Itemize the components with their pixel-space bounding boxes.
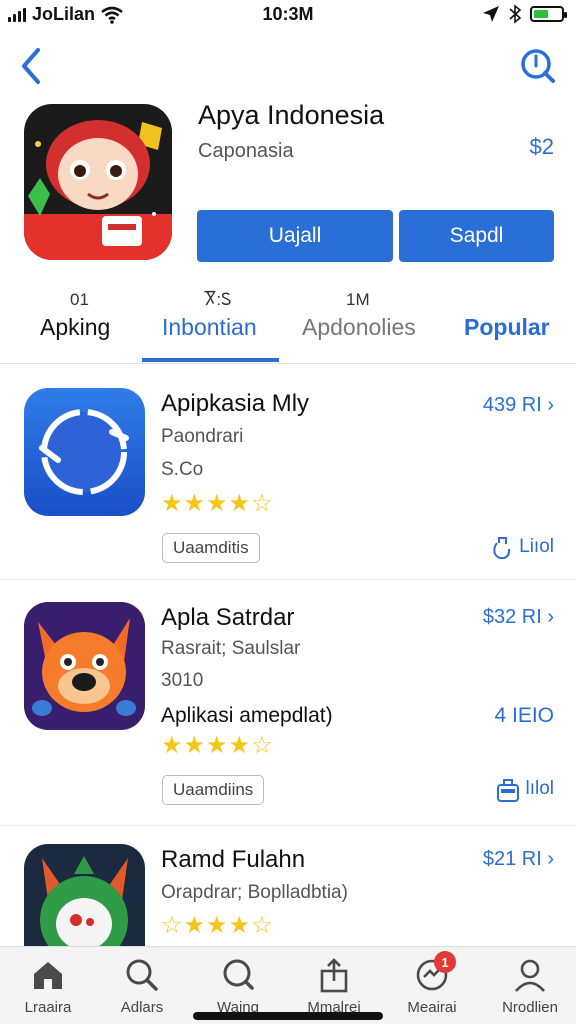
search-icon — [124, 957, 160, 993]
app-icon — [24, 602, 145, 730]
star-icon: ★ — [206, 912, 228, 939]
tab-bar-item-adlars[interactable]: Adlars — [94, 957, 190, 1016]
app-price[interactable]: 439 RI › — [483, 394, 554, 417]
search-icon — [220, 957, 256, 993]
app-name: Apipkasia Mly — [161, 390, 310, 417]
tab-bar-item-nrodlien[interactable]: Nrodlien — [482, 957, 576, 1016]
tab-apking[interactable]: 01 Apking — [0, 284, 140, 364]
tab-bar-label: Adlars — [120, 999, 164, 1016]
chevron-left-icon — [22, 48, 40, 84]
star-icon: ★ — [183, 490, 206, 517]
chevron-right-icon: › — [547, 848, 554, 870]
rating-stars: ☆ ★ ★ ★ ☆ — [161, 914, 273, 938]
chevron-right-icon: › — [547, 606, 554, 628]
home-indicator — [193, 1012, 383, 1020]
price-label: $32 RI — [482, 606, 542, 628]
chevron-right-icon: › — [547, 394, 554, 416]
price-label: $21 RI — [482, 848, 542, 870]
bag-icon — [497, 779, 520, 802]
star-outline-icon: ☆ — [251, 912, 273, 939]
tab-label: Inbontian — [162, 314, 257, 340]
star-icon: ★ — [206, 732, 228, 759]
status-right — [482, 4, 567, 24]
rating-stars: ★ ★ ★ ★ ☆ — [161, 734, 273, 758]
home-icon — [30, 957, 66, 993]
tab-bar-item-home[interactable]: Lraaira — [0, 957, 96, 1016]
bag-icon — [493, 537, 511, 560]
app-price[interactable]: $21 RI › — [483, 848, 554, 871]
star-outline-icon: ☆ — [251, 732, 273, 759]
app-icon — [24, 844, 145, 946]
location-arrow-icon — [483, 6, 499, 22]
star-icon: ★ — [228, 490, 251, 517]
tab-bar-label: Nrodlien — [502, 999, 558, 1016]
star-outline-icon: ☆ — [161, 912, 183, 939]
app-icon — [24, 388, 145, 516]
share-icon — [316, 957, 352, 993]
action-button[interactable]: Liıol — [489, 534, 554, 560]
app-size: 3010 — [161, 670, 204, 691]
back-button[interactable] — [14, 44, 54, 88]
tab-inbontian[interactable]: Ⴟ:Ꮪ Inbontian — [142, 284, 279, 364]
tab-bar-item-waing[interactable]: Waing — [190, 957, 286, 1016]
tab-bar-item-mmalrei[interactable]: Mmalrei — [286, 957, 382, 1016]
app-title: Apya Indonesia — [198, 100, 385, 130]
tab-count: 1M — [346, 290, 370, 309]
tab-count: 01 — [70, 290, 89, 309]
price-label: 439 RI — [482, 394, 542, 416]
app-price[interactable]: $32 RI › — [483, 606, 554, 629]
action-label: Liıol — [519, 536, 554, 557]
bluetooth-icon — [509, 4, 522, 24]
list-item[interactable]: Apipkasia Mly Paondrari S.Co ★ ★ ★ ★ ☆ Uaamd… — [0, 366, 576, 580]
list-item[interactable]: Ramd Fulahn Orapdrar; Boplladbtia) ☆ ★ ★ ★ ☆… — [0, 828, 576, 946]
app-name: Apla Satrdar — [161, 604, 295, 631]
battery-level — [534, 10, 548, 18]
rating-stars: ★ ★ ★ ★ ☆ — [161, 492, 273, 516]
star-icon: ★ — [183, 732, 206, 759]
app-size: S.Co — [161, 459, 204, 480]
tab-bar-label: Meairai — [407, 999, 457, 1016]
tab-bar-item-meairai[interactable]: 1 Meairai — [384, 951, 480, 1016]
app-price[interactable]: $2 — [530, 134, 554, 160]
tab-count: Ⴟ:Ꮪ — [204, 290, 232, 309]
category-tag[interactable]: Uaamditis — [162, 533, 260, 563]
app-name: Ramd Fulahn — [161, 846, 306, 873]
app-category: Rasrait; Saulslar — [161, 638, 301, 659]
app-category: Paondrari — [161, 426, 244, 447]
star-icon: ★ — [161, 732, 183, 759]
notification-badge: 1 — [434, 951, 456, 973]
tab-bar-label: Lraaira — [24, 999, 72, 1016]
category-tag[interactable]: Uaamdiins — [162, 775, 265, 805]
battery-icon — [530, 6, 567, 22]
star-icon: ★ — [183, 912, 206, 939]
star-icon: ★ — [228, 912, 251, 939]
tab-apdonolies[interactable]: 1M Apdonolies — [280, 284, 440, 364]
status-bar: JoLilan 10:3M — [0, 0, 576, 30]
profile-icon — [512, 957, 548, 993]
list-item[interactable]: Apla Satrdar Rasrait; Saulslar 3010 Apli… — [0, 582, 576, 826]
app-description: Aplikasi amepdlat) — [161, 704, 333, 727]
star-icon: ★ — [161, 490, 183, 517]
star-icon: ★ — [206, 490, 228, 517]
tab-active-indicator — [142, 358, 279, 362]
star-icon: ★ — [228, 732, 251, 759]
search-button[interactable] — [518, 46, 558, 86]
tab-popular[interactable]: Popular — [450, 284, 576, 364]
search-icon — [521, 49, 555, 83]
app-downloads: 4 IEIO — [494, 704, 554, 727]
tab-label: Apking — [40, 314, 111, 340]
app-category: Orapdrar; Boplladbtia) — [161, 882, 348, 903]
primary-button[interactable]: Uajall — [197, 210, 393, 262]
tab-label: Apdonolies — [302, 314, 416, 340]
tab-label: Popular — [464, 314, 550, 340]
secondary-button[interactable]: Sapdl — [399, 210, 554, 262]
category-tabs: 01 Apking Ⴟ:Ꮪ Inbontian 1M Apdonolies Po… — [0, 284, 576, 364]
action-button[interactable]: lılol — [495, 775, 554, 803]
action-label: lılol — [525, 778, 554, 799]
app-developer: Caponasia — [198, 140, 294, 162]
star-outline-icon: ☆ — [251, 490, 273, 517]
hero-app-icon[interactable] — [24, 104, 172, 260]
updates-icon: 1 — [414, 951, 456, 993]
